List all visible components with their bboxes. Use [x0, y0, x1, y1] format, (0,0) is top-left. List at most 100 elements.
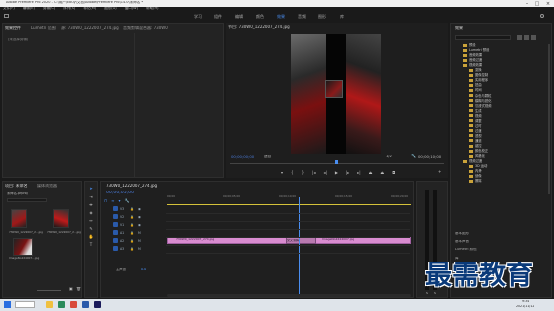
bottom-panel-tab[interactable]: 基本声音	[455, 240, 469, 244]
chrome-icon[interactable]	[70, 301, 77, 308]
settings-icon[interactable]: 🔧	[124, 198, 129, 204]
workspace-libraries[interactable]: 库	[340, 14, 344, 20]
linked-selection-icon[interactable]: ∞	[111, 198, 114, 204]
track-select-tool-icon[interactable]: ⇥	[88, 194, 94, 200]
workspace-audio[interactable]: 音频	[298, 14, 306, 20]
effects-tree-item[interactable]: 杂色与颗粒	[469, 93, 491, 98]
effects-tree-item[interactable]: 预设	[463, 42, 476, 47]
menu-help[interactable]: 帮助(H)	[146, 7, 158, 11]
go-to-in-icon[interactable]: |◂	[312, 170, 315, 176]
eye-icon[interactable]: ◉	[138, 223, 141, 227]
menu-window[interactable]: 窗口(W)	[125, 7, 138, 11]
master-track-value[interactable]: 0.0	[141, 268, 146, 271]
effects-tree-item[interactable]: 图像控制	[469, 72, 488, 77]
track-target-toggle[interactable]	[113, 238, 118, 243]
effects-tree-item[interactable]: 模糊与锐化	[469, 98, 491, 103]
close-button[interactable]: ×	[543, 0, 553, 7]
track-target-toggle[interactable]	[113, 222, 118, 227]
type-tool-icon[interactable]: T	[88, 242, 94, 248]
tab-lumetri-scopes[interactable]: Lumetri 范围	[31, 26, 56, 30]
effects-tree-item[interactable]: 调整	[469, 118, 482, 123]
extract-icon[interactable]: ⏏	[380, 170, 384, 176]
tab-audio-mixer[interactable]: 音频剪辑混合器: 730W0	[123, 26, 168, 30]
menu-sequence[interactable]: 序列(S)	[63, 7, 75, 11]
razor-tool-icon[interactable]: ◈	[88, 210, 94, 216]
effects-tree-item[interactable]: 视频过渡	[463, 158, 482, 163]
bottom-panel-tab[interactable]: 库	[455, 257, 459, 261]
mute-icon[interactable]: M	[138, 239, 141, 243]
effects-tree-item[interactable]: 风格化	[469, 153, 485, 158]
effects-search-input[interactable]	[455, 35, 511, 40]
effects-tree-item[interactable]: 过时	[469, 123, 482, 128]
project-item-thumb-2[interactable]	[53, 209, 69, 228]
edge-icon[interactable]	[58, 301, 65, 308]
home-icon[interactable]	[4, 14, 9, 18]
add-button-icon[interactable]: +	[438, 170, 441, 174]
tab-media-browser[interactable]: 媒体浏览器	[37, 184, 57, 188]
effects-tree-item[interactable]: 颜色校正	[469, 148, 488, 153]
filter-icons[interactable]	[517, 35, 549, 40]
resolution-select[interactable]: 1/2	[386, 155, 392, 159]
step-forward-icon[interactable]: |▸	[346, 170, 349, 176]
timeline-timecode[interactable]: 00;00;05;00	[106, 191, 134, 196]
search-icon[interactable]	[540, 14, 544, 18]
mark-in-icon[interactable]: {	[291, 170, 294, 176]
effects-tree-item[interactable]: 擦除	[469, 178, 482, 183]
timeline-scrollbar[interactable]	[167, 294, 411, 297]
zoom-fit-select[interactable]: 适合	[264, 155, 271, 159]
eye-icon[interactable]: ◉	[138, 207, 141, 211]
effects-tree-item[interactable]: 音频过渡	[463, 57, 482, 62]
project-item-thumb-1[interactable]	[11, 209, 27, 228]
lock-icon[interactable]: 🔒	[130, 231, 134, 235]
workspace-assembly[interactable]: 组件	[214, 14, 222, 20]
menu-marker[interactable]: 标记(M)	[83, 7, 96, 11]
timeline-sequence-tab[interactable]: 730W0_1222007_274.jpg	[106, 184, 157, 188]
timeline-playhead-line[interactable]	[299, 197, 300, 297]
project-item-thumb-3[interactable]	[13, 238, 33, 256]
lock-icon[interactable]: 🔒	[130, 247, 134, 251]
snap-icon[interactable]: ⊓	[104, 198, 107, 204]
program-timecode-current[interactable]: 00;00;00;00	[231, 155, 254, 159]
workspace-color[interactable]: 颜色	[256, 14, 264, 20]
go-to-out-icon[interactable]: ▸|	[357, 170, 360, 176]
effects-tree-item[interactable]: 键控	[469, 143, 482, 148]
taskbar-search-box[interactable]	[15, 301, 35, 308]
effects-tree-item[interactable]: 音频效果	[463, 52, 482, 57]
eye-icon[interactable]: ◉	[138, 215, 141, 219]
effects-tree-item[interactable]: 时间	[469, 87, 482, 92]
effects-tree-item[interactable]: 视频效果	[463, 62, 482, 67]
effects-tree-item[interactable]: 视频	[469, 113, 482, 118]
tab-project[interactable]: 项目: 未命名	[5, 184, 28, 188]
workspace-effects[interactable]: 效果	[277, 14, 285, 20]
effects-tree-item[interactable]: 内滑	[469, 168, 482, 173]
menu-file[interactable]: 文件(F)	[3, 7, 15, 11]
menu-clip[interactable]: 剪辑(C)	[43, 7, 55, 11]
hand-tool-icon[interactable]: ✋	[88, 234, 94, 240]
workspace-editing[interactable]: 编辑	[235, 14, 243, 20]
project-search-input[interactable]	[7, 198, 47, 202]
track-target-toggle[interactable]	[113, 206, 118, 211]
lock-icon[interactable]: 🔒	[130, 207, 134, 211]
export-frame-icon[interactable]: ◘	[392, 170, 395, 176]
trash-icon[interactable]: 🗑	[76, 287, 81, 291]
track-target-toggle[interactable]	[113, 230, 118, 235]
lock-icon[interactable]: 🔒	[130, 239, 134, 243]
effects-tree-item[interactable]: Lumetri 预设	[463, 47, 489, 52]
new-item-icon[interactable]: ▣	[69, 287, 73, 291]
effects-scrollbar[interactable]	[548, 44, 550, 194]
lock-icon[interactable]: 🔒	[130, 215, 134, 219]
explorer-icon[interactable]	[46, 301, 53, 308]
effects-tree-item[interactable]: 过渡	[469, 128, 482, 133]
effects-tree-item[interactable]: 3D 运动	[469, 163, 487, 168]
effects-tree-item[interactable]: 沉浸式视频	[469, 103, 491, 108]
program-playhead[interactable]	[335, 160, 338, 164]
step-back-icon[interactable]: ◂|	[323, 170, 326, 176]
effects-tree-item[interactable]: 实用程序	[469, 77, 488, 82]
solo-button-left[interactable]: S	[426, 292, 428, 295]
solo-button-right[interactable]: S	[434, 292, 436, 295]
effects-tree-item[interactable]: 变换	[469, 67, 482, 72]
effects-tree-item[interactable]: 扭曲	[469, 82, 482, 87]
track-target-toggle[interactable]	[113, 214, 118, 219]
clip-b-label[interactable]: ImageNo2244007.jpg	[322, 238, 354, 241]
menu-graphics[interactable]: 图形(G)	[104, 7, 116, 11]
